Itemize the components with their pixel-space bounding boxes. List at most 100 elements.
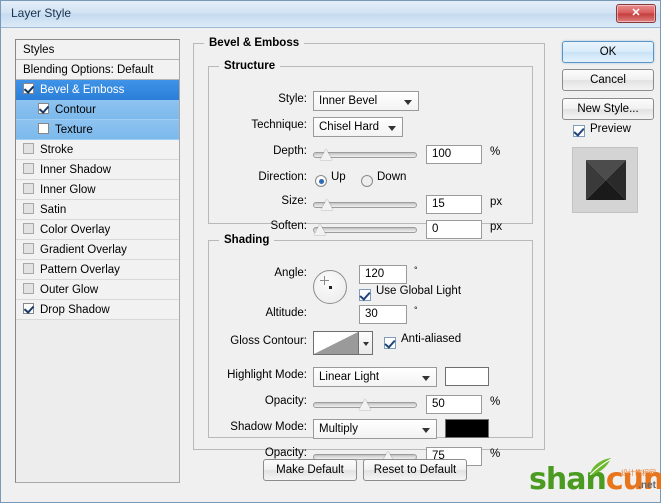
style-item-pattern-overlay[interactable]: Pattern Overlay [16,260,179,280]
soften-unit: px [490,221,503,233]
styles-list: Bevel & Emboss Contour Texture Stroke Inner … [16,80,179,320]
size-label: Size: [281,195,307,207]
gloss-contour-label: Gloss Contour: [230,335,307,347]
style-item-checkbox[interactable] [23,263,34,274]
style-item-label: Drop Shadow [40,304,110,316]
style-item-bevel-emboss[interactable]: Bevel & Emboss [16,80,179,100]
technique-select-value: Chisel Hard [319,121,380,133]
shadow-mode-value: Multiply [319,423,358,435]
chevron-down-icon [422,428,430,433]
highlight-opacity-input[interactable]: 50 [426,395,482,414]
anti-aliased-label[interactable]: Anti-aliased [401,333,461,345]
style-item-stroke[interactable]: Stroke [16,140,179,160]
direction-up-radio[interactable] [315,175,327,187]
structure-legend: Structure [219,60,281,72]
bevel-emboss-group: Bevel & Emboss Structure Style: Inner Be… [193,37,545,466]
highlight-opacity-slider[interactable] [313,398,417,412]
style-item-checkbox[interactable] [23,183,34,194]
style-label: Style: [278,93,307,105]
shading-group: Shading Angle: 120 ° Use Global Light Al… [208,234,533,466]
gloss-contour-dropdown[interactable] [359,331,373,355]
style-item-checkbox[interactable] [38,123,49,134]
new-style-button[interactable]: New Style... [562,98,654,120]
style-item-label: Outer Glow [40,284,99,296]
chevron-down-icon [422,376,430,381]
preview-label[interactable]: Preview [590,123,631,135]
use-global-light-label[interactable]: Use Global Light [376,285,461,297]
structure-group: Structure Style: Inner Bevel Technique: … [208,60,533,239]
style-item-drop-shadow[interactable]: Drop Shadow [16,300,179,320]
style-item-satin[interactable]: Satin [16,200,179,220]
style-item-label: Gradient Overlay [40,244,127,256]
depth-slider-thumb[interactable] [320,149,333,160]
style-item-checkbox[interactable] [23,83,34,94]
gloss-contour-preview[interactable] [313,331,359,355]
style-item-checkbox[interactable] [23,203,34,214]
highlight-mode-select[interactable]: Linear Light [313,367,437,387]
style-select-value: Inner Bevel [319,95,378,107]
watermark: shancun 设计教程网 .net [525,456,661,498]
chevron-down-icon [388,126,396,131]
soften-slider[interactable] [313,223,417,237]
cancel-button[interactable]: Cancel [562,69,654,91]
direction-label: Direction: [258,171,307,183]
highlight-opacity-thumb[interactable] [359,399,371,410]
blending-options-row[interactable]: Blending Options: Default [16,60,179,80]
style-item-checkbox[interactable] [23,303,34,314]
depth-slider[interactable] [313,148,417,162]
chevron-down-icon [363,342,369,346]
use-global-light-checkbox[interactable] [359,289,371,301]
style-item-checkbox[interactable] [38,103,49,114]
style-item-outer-glow[interactable]: Outer Glow [16,280,179,300]
angle-dial[interactable] [313,270,347,304]
style-item-label: Texture [55,124,93,136]
direction-down-radio[interactable] [361,175,373,187]
size-slider[interactable] [313,198,417,212]
style-item-checkbox[interactable] [23,243,34,254]
depth-input[interactable]: 100 [426,145,482,164]
shadow-color-swatch[interactable] [445,419,489,438]
styles-header[interactable]: Styles [16,40,179,60]
preview-checkbox[interactable] [573,125,585,137]
style-item-checkbox[interactable] [23,283,34,294]
style-item-checkbox[interactable] [23,143,34,154]
reset-to-default-button[interactable]: Reset to Default [363,459,467,481]
style-item-gradient-overlay[interactable]: Gradient Overlay [16,240,179,260]
angle-input[interactable]: 120 [359,265,407,284]
soften-slider-thumb[interactable] [313,224,326,235]
style-item-color-overlay[interactable]: Color Overlay [16,220,179,240]
style-item-checkbox[interactable] [23,163,34,174]
technique-select[interactable]: Chisel Hard [313,117,403,137]
shadow-opacity-unit: % [490,448,501,460]
size-unit: px [490,196,503,208]
size-input[interactable]: 15 [426,195,482,214]
style-item-inner-shadow[interactable]: Inner Shadow [16,160,179,180]
style-item-inner-glow[interactable]: Inner Glow [16,180,179,200]
depth-label: Depth: [273,145,307,157]
highlight-mode-label: Highlight Mode: [227,369,307,381]
direction-up-label[interactable]: Up [331,171,346,183]
style-item-texture[interactable]: Texture [16,120,179,140]
depth-unit: % [490,146,501,158]
angle-label: Angle: [274,267,307,279]
style-select[interactable]: Inner Bevel [313,91,419,111]
altitude-input[interactable]: 30 [359,305,407,324]
style-item-checkbox[interactable] [23,223,34,234]
direction-down-label[interactable]: Down [377,171,406,183]
shadow-mode-select[interactable]: Multiply [313,419,437,439]
make-default-button[interactable]: Make Default [263,459,357,481]
ok-button[interactable]: OK [562,41,654,63]
style-item-contour[interactable]: Contour [16,100,179,120]
bevel-emboss-legend: Bevel & Emboss [204,37,305,49]
style-item-label: Stroke [40,144,74,156]
shading-legend: Shading [219,234,275,246]
title-bar: Layer Style ✕ [1,1,660,28]
window-title: Layer Style [11,6,72,20]
close-icon[interactable]: ✕ [616,4,656,23]
watermark-cn: 设计教程网 [621,470,656,477]
size-slider-thumb[interactable] [321,199,334,210]
highlight-color-swatch[interactable] [445,367,489,386]
anti-aliased-checkbox[interactable] [384,337,396,349]
technique-label: Technique: [251,119,307,131]
soften-input[interactable]: 0 [426,220,482,239]
